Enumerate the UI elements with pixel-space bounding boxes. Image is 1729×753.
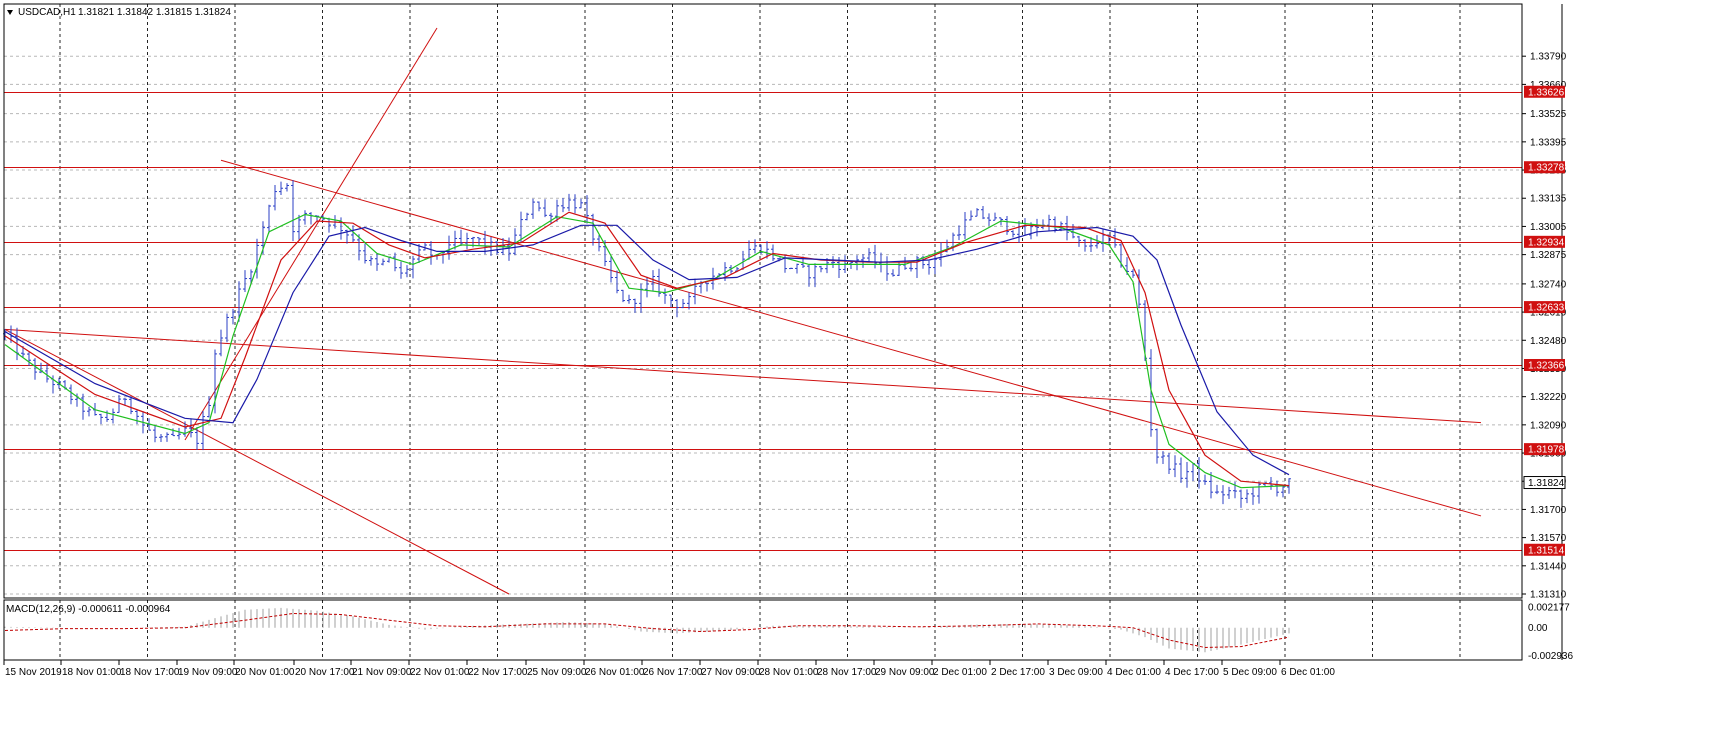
time-tick-label: 22 Nov 01:00 xyxy=(410,667,470,678)
time-tick-label: 29 Nov 09:00 xyxy=(875,667,935,678)
price-tick-label: 1.33135 xyxy=(1530,194,1567,205)
time-tick-label: 20 Nov 17:00 xyxy=(295,667,355,678)
level-price-label: 1.33278 xyxy=(1528,163,1565,174)
macd-tick-label: 0.00 xyxy=(1528,623,1548,634)
time-tick-label: 26 Nov 17:00 xyxy=(643,667,703,678)
level-price-label: 1.31978 xyxy=(1528,445,1565,456)
chart-background xyxy=(0,0,1729,753)
time-tick-label: 3 Dec 09:00 xyxy=(1049,667,1103,678)
time-tick-label: 22 Nov 17:00 xyxy=(468,667,528,678)
macd-tick-label: 0.002177 xyxy=(1528,603,1570,614)
time-tick-label: 18 Nov 01:00 xyxy=(62,667,122,678)
price-tick-label: 1.32875 xyxy=(1530,250,1567,261)
price-tick-label: 1.32220 xyxy=(1530,392,1567,403)
time-tick-label: 28 Nov 01:00 xyxy=(759,667,819,678)
level-price-label: 1.33626 xyxy=(1528,87,1565,98)
symbol-header[interactable]: USDCAD,H1 1.31821 1.31842 1.31815 1.3182… xyxy=(7,7,231,18)
time-tick-label: 28 Nov 17:00 xyxy=(817,667,877,678)
macd-label: MACD(12,26,9) -0.000611 -0.000964 xyxy=(6,604,171,615)
ohlc-values: 1.31821 1.31842 1.31815 1.31824 xyxy=(78,7,231,18)
price-tick-label: 1.32090 xyxy=(1530,420,1567,431)
level-price-label: 1.32633 xyxy=(1528,303,1565,314)
level-price-label: 1.31514 xyxy=(1528,545,1565,556)
price-tick-label: 1.33395 xyxy=(1530,137,1567,148)
time-tick-label: 25 Nov 09:00 xyxy=(527,667,587,678)
macd-tick-label: -0.002936 xyxy=(1528,651,1573,662)
price-tick-label: 1.33790 xyxy=(1530,52,1567,63)
trading-chart[interactable]: 1.337901.336601.335251.333951.332651.331… xyxy=(0,0,1729,753)
time-tick-label: 2 Dec 01:00 xyxy=(933,667,987,678)
price-tick-label: 1.32480 xyxy=(1530,336,1567,347)
time-tick-label: 18 Nov 17:00 xyxy=(120,667,180,678)
price-tick-label: 1.31700 xyxy=(1530,505,1567,516)
price-tick-label: 1.31310 xyxy=(1530,590,1567,601)
price-tick-label: 1.31440 xyxy=(1530,561,1567,572)
level-price-label: 1.32366 xyxy=(1528,360,1565,371)
time-tick-label: 27 Nov 09:00 xyxy=(701,667,761,678)
time-tick-label: 21 Nov 09:00 xyxy=(352,667,412,678)
price-tick-label: 1.32740 xyxy=(1530,279,1567,290)
time-tick-label: 6 Dec 01:00 xyxy=(1281,667,1335,678)
time-tick-label: 4 Dec 17:00 xyxy=(1165,667,1219,678)
level-price-label: 1.32934 xyxy=(1528,237,1565,248)
time-tick-label: 4 Dec 01:00 xyxy=(1107,667,1161,678)
symbol-label: USDCAD,H1 xyxy=(18,7,76,18)
time-tick-label: 5 Dec 09:00 xyxy=(1223,667,1277,678)
time-tick-label: 20 Nov 01:00 xyxy=(235,667,295,678)
price-tick-label: 1.33525 xyxy=(1530,109,1567,120)
time-tick-label: 15 Nov 2019 xyxy=(5,667,62,678)
time-tick-label: 26 Nov 01:00 xyxy=(585,667,645,678)
time-tick-label: 19 Nov 09:00 xyxy=(178,667,238,678)
price-tick-label: 1.31570 xyxy=(1530,533,1567,544)
price-tick-label: 1.33005 xyxy=(1530,222,1567,233)
time-tick-label: 2 Dec 17:00 xyxy=(991,667,1045,678)
current-price-label: 1.31824 xyxy=(1528,478,1565,489)
